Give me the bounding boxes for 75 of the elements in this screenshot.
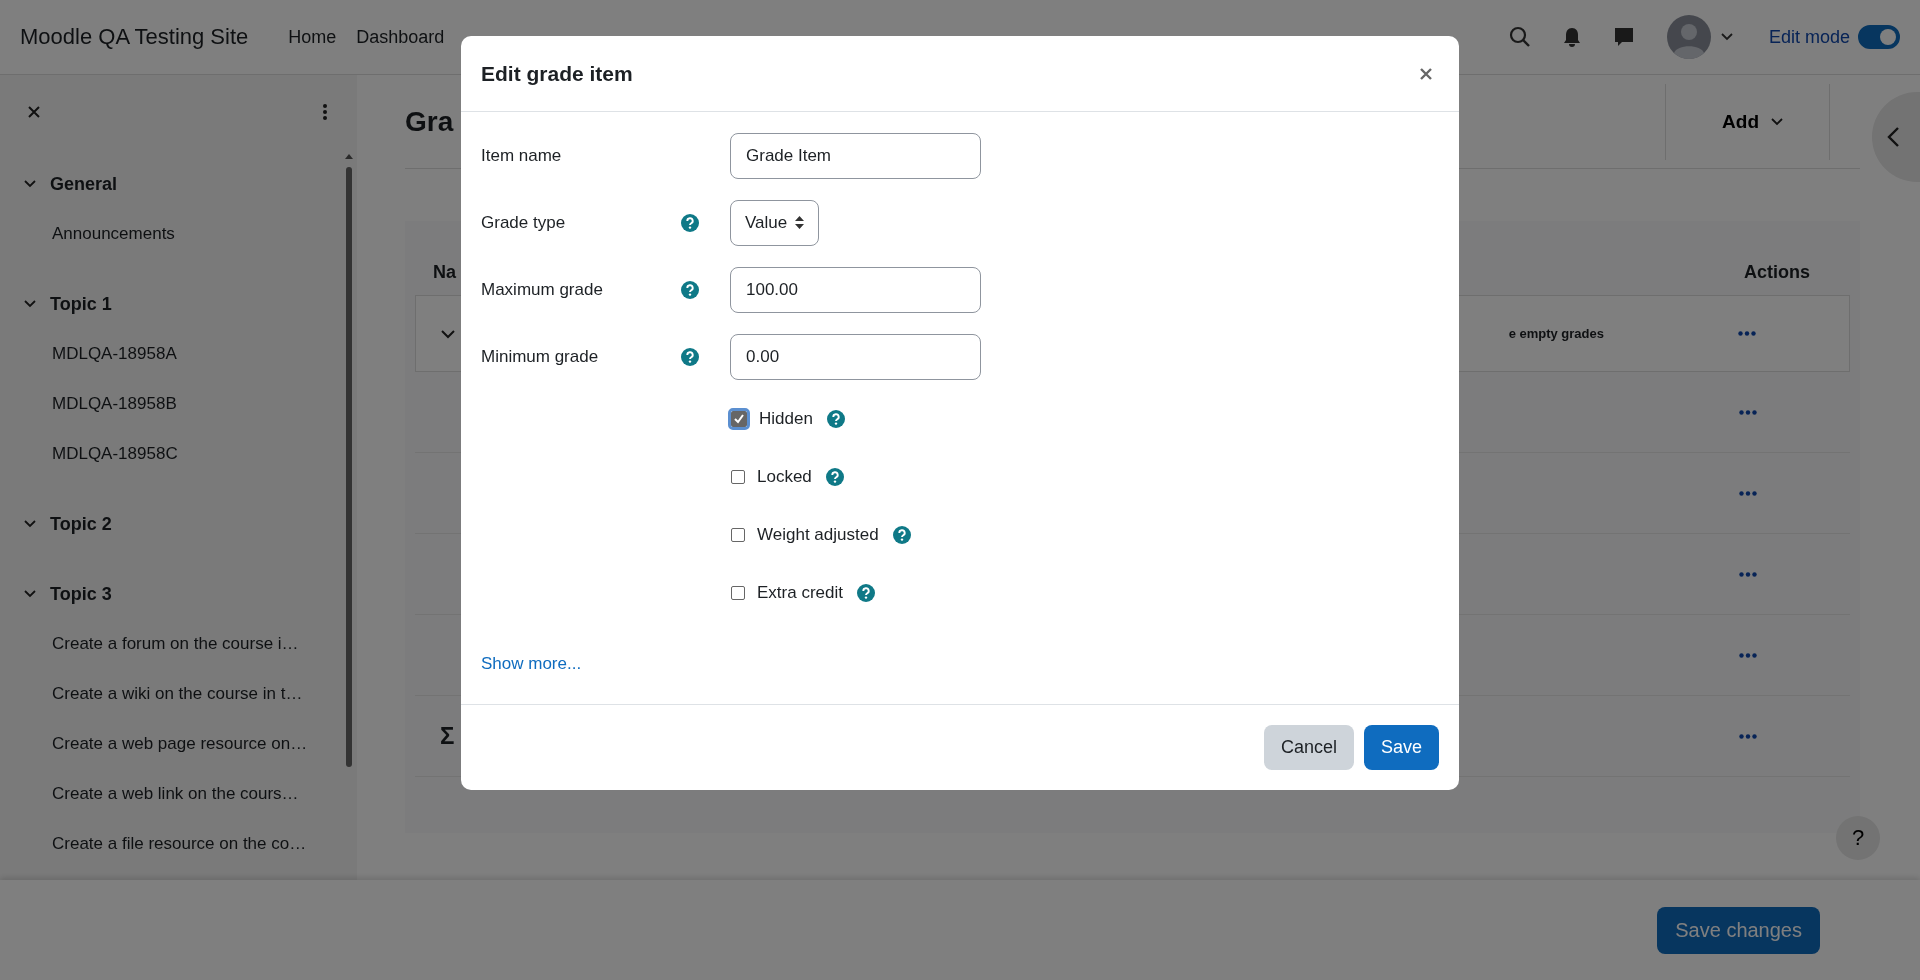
- edit-mode-label: Edit mode: [1768, 26, 1850, 48]
- activity-link[interactable]: Create a file resource on the co…: [24, 819, 357, 869]
- more-icon[interactable]: [1739, 490, 1757, 496]
- chat-icon[interactable]: [1612, 26, 1635, 48]
- more-icon[interactable]: [1739, 571, 1757, 577]
- checkbox-label[interactable]: Extra credit: [757, 583, 843, 603]
- section-title[interactable]: Topic 1: [50, 293, 112, 315]
- help-icon[interactable]: [892, 526, 911, 544]
- site-name[interactable]: Moodle QA Testing Site: [20, 24, 249, 50]
- more-icon[interactable]: [1739, 733, 1757, 739]
- help-icon[interactable]: [857, 584, 875, 602]
- save-button[interactable]: Save: [1363, 725, 1439, 770]
- caret-icon: [1771, 117, 1783, 126]
- page-title: Gra: [405, 105, 454, 138]
- total-symbol: Σ: [440, 722, 455, 749]
- text-field[interactable]: Grade Item: [730, 132, 981, 179]
- checkbox[interactable]: [731, 586, 745, 600]
- field-label: Grade type: [481, 212, 567, 233]
- field-label: Item name: [481, 145, 563, 166]
- text-field[interactable]: 0.00: [730, 333, 981, 380]
- help-icon[interactable]: [825, 468, 844, 486]
- activity-link[interactable]: MDLQA-18958B: [24, 379, 357, 429]
- help-icon[interactable]: [681, 280, 699, 299]
- search-icon[interactable]: [1508, 26, 1531, 48]
- cancel-button[interactable]: Cancel: [1263, 725, 1354, 770]
- more-icon[interactable]: [1738, 331, 1756, 336]
- save-changes-button[interactable]: Save changes: [1657, 906, 1820, 954]
- chevron-icon[interactable]: [24, 590, 36, 598]
- nav-link[interactable]: Dashboard: [356, 26, 445, 48]
- add-button[interactable]: Add: [1716, 104, 1789, 139]
- caret-icon[interactable]: [1720, 33, 1733, 41]
- checkbox[interactable]: [731, 528, 745, 542]
- text-field[interactable]: 100.00: [730, 266, 981, 313]
- checkbox-label[interactable]: Hidden: [759, 409, 813, 429]
- activity-link[interactable]: Create a web page resource on…: [24, 719, 357, 769]
- chevron-icon[interactable]: [441, 329, 455, 339]
- more-icon[interactable]: [1739, 409, 1757, 415]
- close-icon[interactable]: [1419, 66, 1433, 81]
- show-more-link[interactable]: Show more...: [481, 654, 582, 674]
- more-icon[interactable]: [322, 103, 328, 121]
- checkbox[interactable]: [731, 470, 745, 484]
- more-icon[interactable]: [1739, 652, 1757, 658]
- chevron-icon[interactable]: [24, 300, 36, 308]
- help-icon[interactable]: [681, 347, 699, 366]
- nav-link[interactable]: Home: [288, 26, 337, 48]
- dialog-title: Edit grade item: [481, 61, 633, 86]
- table-cell: e empty grades: [1508, 326, 1604, 341]
- activity-link[interactable]: Create a wiki on the course in t…: [24, 669, 357, 719]
- section-title[interactable]: Topic 3: [50, 583, 112, 605]
- checkbox[interactable]: [731, 411, 747, 427]
- grade-type-select[interactable]: Value: [730, 199, 820, 246]
- activity-link[interactable]: Create a forum on the course i…: [24, 619, 357, 669]
- drawer-toggle[interactable]: [1872, 92, 1920, 182]
- field-label: Minimum grade: [481, 346, 600, 367]
- chevron-icon[interactable]: [24, 520, 36, 528]
- activity-link[interactable]: MDLQA-18958A: [24, 329, 357, 379]
- column-header: Na: [433, 261, 456, 283]
- help-icon[interactable]: [681, 213, 699, 232]
- close-icon[interactable]: [27, 105, 41, 119]
- activity-link[interactable]: MDLQA-18958C: [24, 429, 357, 479]
- activity-link[interactable]: Announcements: [24, 209, 357, 259]
- section-title[interactable]: General: [50, 173, 118, 195]
- chevron-icon[interactable]: [24, 180, 36, 188]
- field-label: Maximum grade: [481, 279, 604, 300]
- checkbox-label[interactable]: Weight adjusted: [757, 525, 879, 545]
- edit-mode-toggle[interactable]: [1858, 25, 1900, 49]
- bell-icon[interactable]: [1562, 27, 1581, 47]
- column-header: Actions: [1744, 261, 1810, 283]
- section-title[interactable]: Topic 2: [50, 513, 112, 535]
- help-button[interactable]: ?: [1836, 816, 1880, 860]
- help-icon[interactable]: [826, 410, 845, 428]
- checkbox-label[interactable]: Locked: [757, 467, 812, 487]
- avatar[interactable]: [1666, 15, 1711, 59]
- sort-arrows-icon: [795, 216, 805, 229]
- activity-link[interactable]: Create a web link on the cours…: [24, 769, 357, 819]
